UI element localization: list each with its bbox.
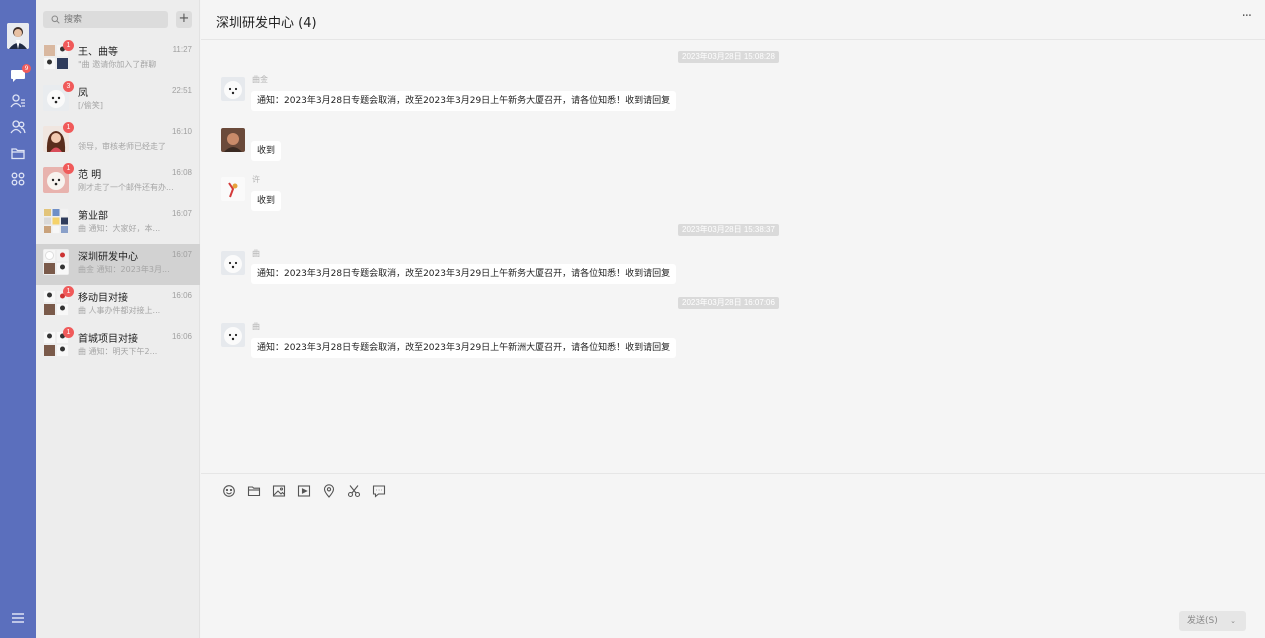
conversation-list: + 1 王、曲等 11:27 "曲 邀请你加入了群聊 3 凤 22:51 [/偷… — [36, 0, 200, 638]
sender-avatar[interactable] — [221, 251, 245, 275]
conversation-preview: 曲 人事办件都对接上... — [78, 306, 161, 315]
conversation-name: 第业部 — [78, 211, 108, 222]
conversation-item[interactable]: 第业部 16:07 曲 通知：大家好，本... — [36, 203, 200, 244]
chevron-down-icon[interactable]: ⌄ — [1230, 611, 1236, 631]
message-timestamp: 2023年03月28日 15:08:28 — [678, 51, 779, 63]
group-avatar — [43, 249, 69, 275]
unread-badge: 1 — [63, 163, 74, 174]
message-timestamp: 2023年03月28日 16:07:06 — [678, 297, 779, 309]
conversation-preview: 曲金 通知：2023年3月... — [78, 265, 170, 274]
conversation-item[interactable]: 3 凤 22:51 [/偷笑] — [36, 80, 200, 121]
unread-badge: 1 — [63, 40, 74, 51]
menu-icon[interactable] — [10, 610, 26, 626]
chat-header: 深圳研发中心 (4) ··· — [201, 0, 1265, 40]
conversation-item[interactable]: 1 范 明 16:08 刚才走了一个邮件还有办... — [36, 162, 200, 203]
conversation-name: 范 明 — [78, 170, 102, 181]
message-bubble[interactable]: 通知：2023年3月28日专题会取消，改至2023年3月29日上午新务大厦召开，… — [251, 264, 677, 284]
folder-icon[interactable] — [9, 144, 27, 162]
conversation-item[interactable]: 1 首城项目对接 16:06 曲 通知：明天下午2... — [36, 326, 200, 367]
sender-avatar[interactable] — [221, 177, 245, 201]
chat-title: 深圳研发中心 (4) — [216, 16, 317, 31]
conversation-name: 深圳研发中心 — [78, 252, 138, 263]
message-input-area[interactable]: 发送(S) ⌄ — [201, 473, 1265, 638]
unread-badge: 1 — [63, 327, 74, 338]
group-icon[interactable] — [9, 118, 27, 136]
sender-name: 许 — [252, 175, 260, 184]
search-input[interactable] — [64, 11, 164, 28]
message-bubble[interactable]: 通知：2023年3月28日专题会取消，改至2023年3月29日上午新洲大厦召开，… — [251, 338, 677, 358]
group-avatar — [43, 208, 69, 234]
unread-badge: 1 — [63, 286, 74, 297]
conversation-preview: 刚才走了一个邮件还有办... — [78, 183, 174, 192]
message-bubble[interactable]: 通知：2023年3月28日专题会取消，改至2023年3月29日上午新务大厦召开，… — [251, 91, 677, 111]
add-button[interactable]: + — [176, 11, 192, 28]
location-icon[interactable] — [322, 484, 336, 498]
unread-badge: 3 — [63, 81, 74, 92]
conversation-preview: "曲 邀请你加入了群聊 — [78, 60, 157, 69]
conversation-name: 凤 — [78, 88, 88, 99]
sender-name: 曲 — [252, 322, 260, 331]
conversation-time: 16:06 — [171, 291, 192, 300]
conversation-name: 王、曲等 — [78, 47, 118, 58]
conversation-time: 16:07 — [171, 209, 192, 218]
contacts-icon[interactable] — [9, 92, 27, 110]
file-icon[interactable] — [247, 484, 261, 498]
message-timestamp: 2023年03月28日 15:38:37 — [678, 224, 779, 236]
search-box[interactable] — [43, 11, 168, 28]
left-rail: 9 — [0, 0, 36, 638]
sender-avatar[interactable] — [221, 77, 245, 101]
chat-panel: 深圳研发中心 (4) ··· 2023年03月28日 15:08:28 曲金 通… — [201, 0, 1265, 638]
conversation-time: 22:51 — [171, 86, 192, 95]
send-button-label: 发送(S) — [1187, 616, 1218, 626]
conversation-item-active[interactable]: 深圳研发中心 16:07 曲金 通知：2023年3月... — [36, 244, 200, 285]
conversation-time: 16:06 — [171, 332, 192, 341]
unread-badge: 1 — [63, 122, 74, 133]
apps-icon[interactable] — [9, 170, 27, 188]
conversation-preview: [/偷笑] — [78, 101, 103, 110]
conversation-preview: 曲 通知：明天下午2... — [78, 347, 158, 356]
more-options-button[interactable]: ··· — [1242, 9, 1252, 24]
conversation-name: 首城项目对接 — [78, 334, 138, 345]
sender-avatar[interactable] — [221, 128, 245, 152]
conversation-preview: 领导，审核老师已经走了 — [78, 142, 166, 151]
conversation-item[interactable]: 1 王、曲等 11:27 "曲 邀请你加入了群聊 — [36, 39, 200, 80]
scissors-icon[interactable] — [347, 484, 361, 498]
comment-icon[interactable] — [372, 484, 386, 498]
unread-badge: 9 — [22, 64, 31, 73]
conversation-time: 16:08 — [171, 168, 192, 177]
message-bubble[interactable]: 收到 — [251, 191, 282, 211]
sender-name: 曲 — [252, 249, 260, 258]
user-avatar[interactable] — [7, 23, 29, 49]
conversation-time: 16:10 — [171, 127, 192, 136]
conversation-item[interactable]: 1 移动目对接 16:06 曲 人事办件都对接上... — [36, 285, 200, 326]
message-bubble[interactable]: 收到 — [251, 141, 282, 161]
conversation-name: 移动目对接 — [78, 293, 128, 304]
send-button[interactable]: 发送(S) ⌄ — [1179, 611, 1246, 631]
conversation-time: 11:27 — [172, 45, 192, 54]
emoji-icon[interactable] — [222, 484, 236, 498]
conversation-time: 16:07 — [171, 250, 192, 259]
conversation-preview: 曲 通知：大家好，本... — [78, 224, 161, 233]
search-icon — [51, 15, 60, 24]
image-icon[interactable] — [272, 484, 286, 498]
conversation-item[interactable]: 1 16:10 领导，审核老师已经走了 — [36, 121, 200, 162]
sender-name: 曲金 — [252, 75, 268, 84]
video-icon[interactable] — [297, 484, 311, 498]
sender-avatar[interactable] — [221, 323, 245, 347]
